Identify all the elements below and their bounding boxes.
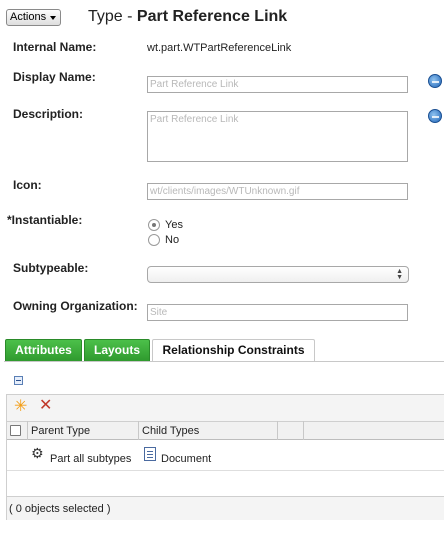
child-type-cell[interactable]: Document: [161, 453, 211, 465]
localize-globe-icon[interactable]: [428, 109, 442, 123]
subtypeable-select[interactable]: ▲ ▼: [147, 266, 409, 283]
instantiable-label: *Instantiable:: [7, 213, 83, 227]
parent-type-cell[interactable]: Part all subtypes: [50, 453, 131, 465]
type-name: Part Reference Link: [136, 8, 288, 25]
tab-attributes[interactable]: Attributes: [5, 339, 82, 362]
tab-relationship-constraints[interactable]: Relationship Constraints: [152, 339, 315, 362]
description-field[interactable]: Part Reference Link: [147, 111, 408, 162]
icon-path-field[interactable]: wt/clients/images/WTUnknown.gif: [147, 183, 408, 200]
column-divider: [303, 421, 304, 440]
actions-label: Actions: [10, 11, 47, 23]
owning-org-field[interactable]: Site: [147, 304, 408, 321]
column-header-parent-type[interactable]: Parent Type: [31, 425, 90, 437]
instantiable-yes-label: Yes: [165, 219, 183, 231]
tab-underline: [4, 361, 444, 362]
internal-name-value: wt.part.WTPartReferenceLink: [147, 42, 292, 54]
page-title: Type - Part Reference Link: [88, 8, 288, 25]
gear-icon: ⚙: [31, 445, 44, 461]
owning-org-label: Owning Organization:: [13, 299, 138, 313]
collapse-icon[interactable]: [14, 376, 23, 385]
instantiable-yes-radio[interactable]: [148, 219, 160, 231]
display-name-label: Display Name:: [13, 70, 96, 84]
column-divider: [277, 421, 278, 440]
select-all-checkbox[interactable]: [10, 425, 21, 436]
instantiable-no-label: No: [165, 234, 180, 246]
tab-layouts[interactable]: Layouts: [84, 339, 150, 362]
updown-arrows-icon: ▲ ▼: [396, 268, 403, 281]
instantiable-no-radio[interactable]: [148, 234, 160, 246]
column-divider: [138, 421, 139, 440]
document-icon: [144, 447, 156, 461]
column-divider: [27, 421, 28, 440]
new-constraint-icon[interactable]: ✳: [14, 399, 27, 415]
localize-globe-icon[interactable]: [428, 74, 442, 88]
subtypeable-label: Subtypeable:: [13, 261, 89, 275]
internal-name-label: Internal Name:: [13, 40, 97, 54]
selection-status: ( 0 objects selected ): [7, 496, 444, 520]
description-label: Description:: [13, 107, 84, 121]
column-header-child-types[interactable]: Child Types: [142, 425, 199, 437]
delete-icon[interactable]: ✕: [39, 398, 52, 414]
icon-label: Icon:: [13, 178, 42, 192]
display-name-field[interactable]: Part Reference Link: [147, 76, 408, 93]
chevron-down-icon: [50, 16, 56, 20]
row-divider: [7, 470, 444, 471]
actions-menu-button[interactable]: Actions: [6, 9, 61, 26]
table-toolbar: [7, 395, 444, 421]
